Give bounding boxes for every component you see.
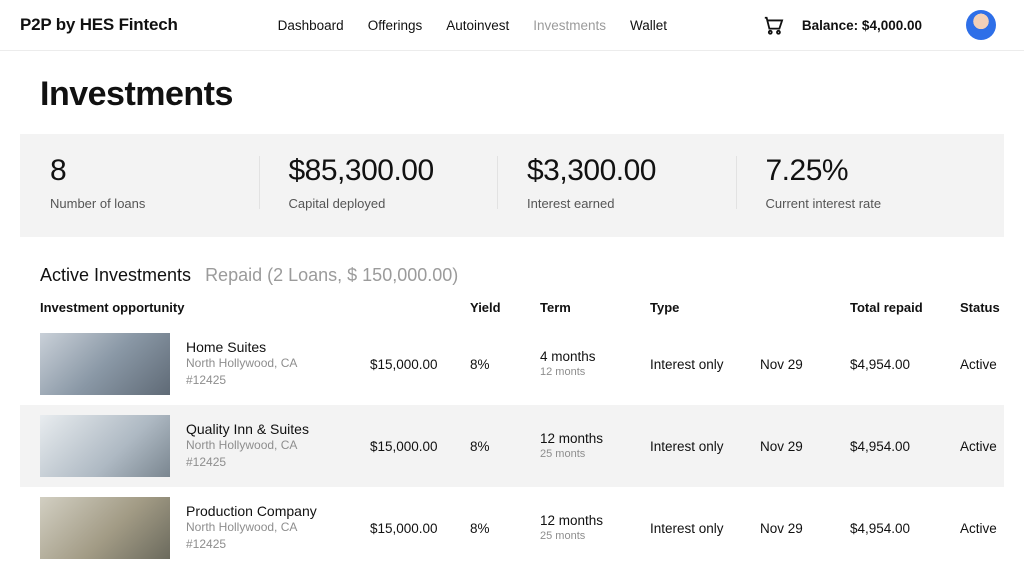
opportunity-location: North Hollywood, CA (186, 437, 309, 454)
stat-loans: 8 Number of loans (20, 152, 259, 213)
opportunity-name: Quality Inn & Suites (186, 421, 309, 437)
stat-label: Capital deployed (289, 196, 498, 211)
nav-offerings[interactable]: Offerings (368, 18, 423, 33)
stat-label: Current interest rate (766, 196, 975, 211)
table-row[interactable]: Quality Inn & Suites North Hollywood, CA… (20, 405, 1004, 487)
tab-active-investments[interactable]: Active Investments (40, 265, 191, 286)
amount-cell: $15,000.00 (370, 439, 470, 454)
opportunity-id: #12425 (186, 372, 297, 389)
main-nav: Dashboard Offerings Autoinvest Investmen… (278, 18, 667, 33)
stats-panel: 8 Number of loans $85,300.00 Capital dep… (20, 134, 1004, 237)
col-type: Type (650, 300, 760, 315)
topbar: P2P by HES Fintech Dashboard Offerings A… (0, 0, 1024, 51)
balance-label: Balance: $4,000.00 (802, 18, 922, 33)
type-cell: Interest only (650, 439, 760, 454)
date-cell: Nov 29 (760, 439, 850, 454)
stat-label: Number of loans (50, 196, 259, 211)
amount-cell: $15,000.00 (370, 357, 470, 372)
term-cell: 12 months 25 monts (540, 432, 650, 461)
page-title: Investments (40, 75, 1004, 114)
opportunity-meta: Quality Inn & Suites North Hollywood, CA… (186, 421, 309, 471)
opportunity-meta: Home Suites North Hollywood, CA #12425 (186, 339, 297, 389)
cart-icon[interactable] (762, 15, 784, 35)
status-cell: Active (960, 521, 1024, 536)
opportunity-id: #12425 (186, 454, 309, 471)
amount-cell: $15,000.00 (370, 521, 470, 536)
status-cell: Active (960, 357, 1024, 372)
nav-autoinvest[interactable]: Autoinvest (446, 18, 509, 33)
col-yield: Yield (470, 300, 540, 315)
type-cell: Interest only (650, 357, 760, 372)
term-sub: 12 monts (540, 366, 650, 378)
type-cell: Interest only (650, 521, 760, 536)
opportunity-name: Home Suites (186, 339, 297, 355)
opportunity-name: Production Company (186, 503, 317, 519)
col-total-repaid: Total repaid (850, 300, 960, 315)
term-cell: 4 months 12 monts (540, 350, 650, 379)
col-term: Term (540, 300, 650, 315)
total-repaid-cell: $4,954.00 (850, 357, 960, 372)
stat-interest-rate: 7.25% Current interest rate (736, 152, 975, 213)
total-repaid-cell: $4,954.00 (850, 521, 960, 536)
table-header: Investment opportunity Yield Term Type T… (20, 300, 1004, 315)
opportunity-meta: Production Company North Hollywood, CA #… (186, 503, 317, 553)
date-cell: Nov 29 (760, 521, 850, 536)
table-row[interactable]: Production Company North Hollywood, CA #… (20, 487, 1004, 569)
table-row[interactable]: Home Suites North Hollywood, CA #12425 $… (20, 323, 1004, 405)
opportunity-location: North Hollywood, CA (186, 355, 297, 372)
yield-cell: 8% (470, 521, 540, 536)
header-right: Balance: $4,000.00 (762, 10, 996, 40)
logo: P2P by HES Fintech (20, 15, 178, 35)
opportunity-cell: Quality Inn & Suites North Hollywood, CA… (40, 415, 370, 477)
avatar[interactable] (966, 10, 996, 40)
stat-capital: $85,300.00 Capital deployed (259, 152, 498, 213)
term-sub: 25 monts (540, 448, 650, 460)
col-opportunity: Investment opportunity (40, 300, 370, 315)
stat-value: $85,300.00 (289, 154, 498, 188)
col-status: Status (960, 300, 1024, 315)
property-thumbnail (40, 415, 170, 477)
date-cell: Nov 29 (760, 357, 850, 372)
page: Investments 8 Number of loans $85,300.00… (0, 51, 1024, 569)
stat-label: Interest earned (527, 196, 736, 211)
stat-interest-earned: $3,300.00 Interest earned (497, 152, 736, 213)
total-repaid-cell: $4,954.00 (850, 439, 960, 454)
nav-dashboard[interactable]: Dashboard (278, 18, 344, 33)
investment-tabs: Active Investments Repaid (2 Loans, $ 15… (40, 265, 1004, 286)
stat-value: $3,300.00 (527, 154, 736, 188)
nav-wallet[interactable]: Wallet (630, 18, 667, 33)
opportunity-cell: Home Suites North Hollywood, CA #12425 (40, 333, 370, 395)
table-rows: Home Suites North Hollywood, CA #12425 $… (20, 323, 1004, 569)
status-cell: Active (960, 439, 1024, 454)
property-thumbnail (40, 333, 170, 395)
yield-cell: 8% (470, 439, 540, 454)
opportunity-location: North Hollywood, CA (186, 519, 317, 536)
stat-value: 8 (50, 154, 259, 188)
term-cell: 12 months 25 monts (540, 514, 650, 543)
opportunity-id: #12425 (186, 536, 317, 553)
tab-repaid[interactable]: Repaid (2 Loans, $ 150,000.00) (205, 265, 458, 286)
term-sub: 25 monts (540, 530, 650, 542)
yield-cell: 8% (470, 357, 540, 372)
stat-value: 7.25% (766, 154, 975, 188)
nav-investments[interactable]: Investments (533, 18, 606, 33)
